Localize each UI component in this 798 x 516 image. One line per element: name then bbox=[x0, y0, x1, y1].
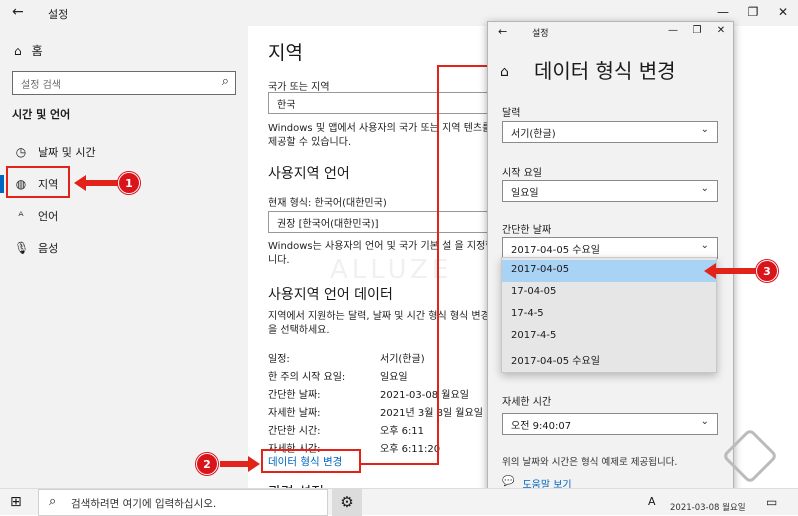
chevron-down-icon: ⌄ bbox=[700, 240, 709, 251]
dropdown-option[interactable]: 17-4-5 bbox=[502, 304, 716, 326]
close-button[interactable]: ✕ bbox=[768, 0, 798, 26]
format-example-note: 위의 날짜와 시간은 형식 예제로 제공됩니다. bbox=[502, 457, 678, 468]
annotation-arrow-3 bbox=[704, 263, 756, 279]
calendar-label: 달력 bbox=[502, 108, 521, 119]
format-key: 간단한 날짜: bbox=[268, 390, 321, 401]
chevron-down-icon: ⌄ bbox=[700, 416, 709, 427]
sidebar-item-language[interactable]: ᴬ 언어 bbox=[0, 202, 248, 230]
home-icon: ⌂ bbox=[14, 43, 22, 58]
short-date-select-value: 2017-04-05 수요일 bbox=[511, 245, 600, 256]
taskbar-search-input[interactable]: ⌕ 검색하려면 여기에 입력하십시오. bbox=[38, 489, 328, 516]
dropdown-option[interactable]: 2017-04-05 bbox=[502, 260, 716, 282]
nav-section-title: 시간 및 언어 bbox=[12, 108, 71, 121]
panel-title: 데이터 형식 변경 bbox=[534, 59, 676, 83]
annotation-connector bbox=[360, 62, 500, 465]
long-time-label: 자세한 시간 bbox=[502, 397, 552, 408]
calendar-select[interactable]: 서기(한글) ⌄ bbox=[502, 121, 718, 143]
microphone-icon: 🎙 bbox=[14, 241, 30, 255]
sidebar-item-label: 날짜 및 시간 bbox=[38, 146, 96, 159]
dropdown-option[interactable]: 2017-4-5 bbox=[502, 326, 716, 348]
settings-search-input[interactable]: 설정 검색 ⌕ bbox=[12, 71, 236, 95]
format-key: 일정: bbox=[268, 354, 290, 365]
short-date-label: 간단한 날짜 bbox=[502, 225, 552, 236]
chevron-down-icon: ⌄ bbox=[700, 183, 709, 194]
settings-search-placeholder: 설정 검색 bbox=[21, 80, 61, 91]
annotation-arrow-1 bbox=[74, 175, 118, 191]
windows-start-icon[interactable]: ⊞ bbox=[10, 494, 22, 510]
annotation-badge-1: 1 bbox=[118, 172, 140, 194]
back-arrow-icon[interactable]: ← bbox=[498, 25, 507, 38]
close-button[interactable]: ✕ bbox=[709, 22, 733, 40]
sidebar-item-date-time[interactable]: ◷ 날짜 및 시간 bbox=[0, 138, 248, 166]
maximize-button[interactable]: ❐ bbox=[685, 22, 709, 40]
search-icon: ⌕ bbox=[221, 74, 229, 89]
sidebar: ⌂ 홈 설정 검색 ⌕ 시간 및 언어 ◷ 날짜 및 시간 ◍ 지역 ᴬ 언어 … bbox=[0, 26, 248, 488]
nav-home-label: 홈 bbox=[31, 44, 43, 58]
language-icon: ᴬ bbox=[18, 209, 24, 223]
dropdown-option[interactable]: 2017-04-05 수요일 bbox=[502, 348, 716, 370]
first-day-select-value: 일요일 bbox=[511, 188, 539, 199]
dropdown-option[interactable]: 17-04-05 bbox=[502, 282, 716, 304]
window-title: 설정 bbox=[48, 8, 69, 21]
annotation-badge-3: 3 bbox=[756, 260, 778, 282]
panel-window-controls: — ❐ ✕ bbox=[661, 22, 733, 40]
nav-home[interactable]: ⌂ 홈 bbox=[14, 42, 43, 59]
short-date-select[interactable]: 2017-04-05 수요일 ⌄ bbox=[502, 237, 718, 259]
sidebar-item-speech[interactable]: 🎙 음성 bbox=[0, 234, 248, 262]
taskbar-search-placeholder: 검색하려면 여기에 입력하십시오. bbox=[71, 498, 217, 510]
calendar-select-value: 서기(한글) bbox=[511, 129, 556, 140]
panel-window-title: 설정 bbox=[532, 29, 549, 39]
long-time-select[interactable]: 오전 9:40:07 ⌄ bbox=[502, 413, 718, 435]
home-icon: ⌂ bbox=[500, 64, 509, 80]
calendar-clock-icon: ◷ bbox=[15, 145, 27, 159]
ime-indicator[interactable]: A bbox=[648, 495, 656, 508]
notification-icon[interactable]: ▭ bbox=[766, 495, 777, 509]
change-data-format-link[interactable]: 데이터 형식 변경 bbox=[268, 454, 342, 469]
sidebar-item-label: 음성 bbox=[38, 242, 59, 255]
maximize-button[interactable]: ❐ bbox=[738, 0, 768, 26]
long-time-select-value: 오전 9:40:07 bbox=[511, 421, 572, 432]
settings-gear-icon[interactable]: ⚙ bbox=[332, 489, 362, 516]
first-day-label: 시작 요일 bbox=[502, 168, 542, 179]
taskbar: ⊞ ⌕ 검색하려면 여기에 입력하십시오. ⚙ A 2021-03-08 월요일… bbox=[0, 488, 798, 516]
annotation-badge-2: 2 bbox=[196, 453, 218, 475]
taskbar-clock[interactable]: 2021-03-08 월요일 bbox=[670, 501, 746, 513]
annotation-arrow-2 bbox=[220, 456, 260, 472]
back-arrow-icon[interactable]: ← bbox=[12, 4, 24, 20]
search-icon: ⌕ bbox=[49, 494, 57, 509]
first-day-select[interactable]: 일요일 ⌄ bbox=[502, 180, 718, 202]
minimize-button[interactable]: — bbox=[661, 22, 685, 40]
format-key: 한 주의 시작 요일: bbox=[268, 372, 346, 383]
page-title: 지역 bbox=[268, 42, 303, 64]
sidebar-item-label: 언어 bbox=[38, 210, 59, 223]
highlight-box-region bbox=[6, 166, 70, 198]
format-key: 간단한 시간: bbox=[268, 426, 321, 437]
country-label: 국가 또는 지역 bbox=[268, 82, 330, 93]
chevron-down-icon: ⌄ bbox=[700, 124, 709, 135]
format-key: 자세한 날짜: bbox=[268, 408, 321, 419]
locale-heading: 사용지역 언어 bbox=[268, 166, 350, 182]
short-date-dropdown-list: 2017-04-05 17-04-05 17-4-5 2017-4-5 2017… bbox=[501, 257, 717, 373]
